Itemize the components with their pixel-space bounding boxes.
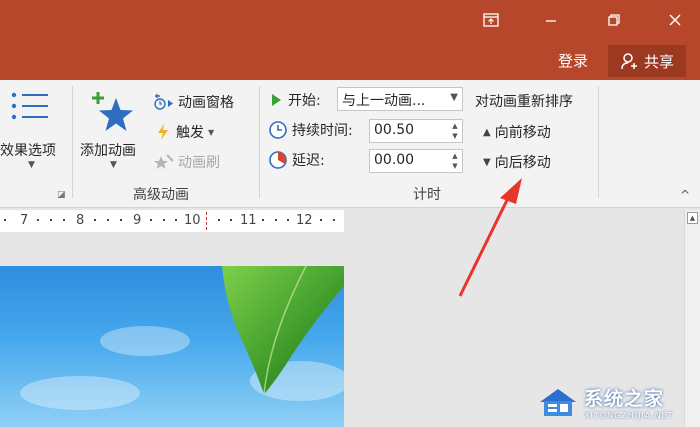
cloud-shape	[100, 326, 190, 356]
duration-stepper[interactable]: 00.50 ▲ ▼	[369, 119, 463, 143]
ruler-tick	[107, 219, 109, 221]
duration-label: 持续时间:	[292, 123, 353, 139]
collapse-ribbon-icon[interactable]: ^	[680, 188, 690, 202]
horizontal-ruler: 7 8 9 10 11 12	[0, 210, 344, 232]
ruler-cursor-marker	[206, 212, 207, 230]
watermark-title: 系统之家	[584, 387, 665, 410]
trigger-button[interactable]: 触发 ▼	[154, 122, 214, 142]
delay-label: 延迟:	[292, 153, 325, 169]
effect-options-dropdown-icon: ▼	[28, 160, 35, 170]
close-button[interactable]	[658, 6, 692, 34]
animation-painter-button[interactable]: 动画刷	[152, 152, 220, 172]
share-button[interactable]: 共享	[608, 45, 686, 77]
group-dialog-launcher-icon[interactable]: ◪	[57, 190, 66, 200]
triangle-up-icon: ▲	[483, 126, 491, 138]
effect-options-icon	[11, 92, 48, 120]
lightning-icon	[158, 124, 168, 140]
ruler-label: 9	[133, 213, 142, 228]
login-link[interactable]: 登录	[558, 50, 588, 71]
minimize-icon	[546, 20, 556, 22]
ruler-tick	[230, 219, 232, 221]
ribbon: 效果选项 ▼ ◪ 添加动画 ▼ 动画窗格 触发 ▼ 动画刷 高级动画 开始: 与…	[0, 80, 700, 208]
group-separator	[72, 86, 73, 198]
ruler-tick	[287, 219, 289, 221]
ruler-tick	[218, 219, 220, 221]
effect-options-label: 效果选项	[0, 143, 56, 159]
watermark-house-icon	[540, 388, 576, 416]
duration-label-row: 持续时间:	[268, 120, 353, 140]
ruler-tick	[262, 219, 264, 221]
timing-group-label: 计时	[413, 187, 441, 203]
trigger-label: 触发	[176, 125, 204, 141]
ruler-tick	[50, 219, 52, 221]
ruler-tick	[150, 219, 152, 221]
start-label-row: 开始:	[268, 90, 321, 110]
cloud-shape	[20, 376, 140, 410]
move-later-button[interactable]: ▼ 向后移动	[483, 152, 551, 172]
watermark-subtitle: XITONGZHIJIA.NET	[584, 410, 674, 420]
leaf-image	[222, 266, 344, 395]
animation-painter-label: 动画刷	[178, 155, 220, 171]
ruler-label: 10	[184, 213, 201, 228]
ruler-tick	[175, 219, 177, 221]
animation-pane-button[interactable]: 动画窗格	[152, 92, 234, 112]
share-person-icon	[621, 53, 637, 70]
delay-stepper[interactable]: 00.00 ▲ ▼	[369, 149, 463, 173]
ruler-tick	[4, 219, 6, 221]
chevron-down-icon[interactable]: ▼	[450, 92, 458, 103]
effect-options-button[interactable]: 效果选项 ▼	[0, 86, 68, 174]
add-animation-label: 添加动画	[80, 143, 136, 159]
add-animation-star-icon	[92, 92, 133, 131]
delay-label-row: 延迟:	[268, 150, 325, 170]
clock-icon	[269, 121, 287, 139]
annotation-arrow-icon	[458, 178, 522, 297]
group-separator	[598, 86, 599, 198]
spin-arrows-icon[interactable]: ▲ ▼	[450, 151, 460, 171]
spin-arrows-icon[interactable]: ▲ ▼	[450, 121, 460, 141]
slide-thumbnail[interactable]	[0, 266, 344, 427]
delay-clock-icon	[269, 151, 287, 169]
ruler-tick	[333, 219, 335, 221]
add-animation-button[interactable]: 添加动画 ▼	[78, 86, 148, 174]
start-value: 与上一动画...	[342, 93, 426, 109]
move-earlier-button[interactable]: ▲ 向前移动	[483, 122, 551, 142]
restore-icon	[608, 14, 620, 26]
ruler-tick	[37, 219, 39, 221]
share-label: 共享	[643, 52, 674, 71]
play-icon	[272, 94, 281, 106]
close-icon	[669, 14, 681, 26]
duration-value: 00.50	[374, 122, 415, 138]
reorder-animation-title: 对动画重新排序	[475, 94, 573, 110]
title-bar: 登录 共享	[0, 0, 700, 80]
move-earlier-label: 向前移动	[494, 125, 551, 141]
start-label: 开始:	[288, 93, 321, 109]
animation-painter-icon	[154, 154, 174, 169]
animation-pane-icon	[154, 94, 173, 110]
start-combobox[interactable]: 与上一动画... ▼	[337, 87, 463, 111]
ruler-tick	[63, 219, 65, 221]
group-separator	[259, 86, 260, 198]
ribbon-display-icon	[483, 13, 499, 27]
ruler-label: 12	[296, 213, 313, 228]
ruler-label: 7	[20, 213, 29, 228]
ruler-tick	[163, 219, 165, 221]
minimize-button[interactable]	[534, 6, 568, 34]
advanced-animation-group-label: 高级动画	[133, 187, 189, 203]
ruler-tick	[320, 219, 322, 221]
animation-pane-label: 动画窗格	[178, 95, 234, 111]
ruler-tick	[120, 219, 122, 221]
ribbon-display-options-button[interactable]	[474, 6, 508, 34]
restore-button[interactable]	[597, 6, 631, 34]
ruler-tick	[275, 219, 277, 221]
ruler-label: 11	[240, 213, 257, 228]
scroll-up-icon[interactable]: ▲	[687, 212, 698, 224]
ruler-label: 8	[76, 213, 85, 228]
add-animation-dropdown-icon: ▼	[110, 160, 117, 170]
triangle-down-icon: ▼	[483, 156, 491, 168]
trigger-dropdown-icon: ▼	[208, 127, 215, 137]
ruler-tick	[94, 219, 96, 221]
watermark-logo: 系统之家 XITONGZHIJIA.NET	[538, 376, 700, 427]
delay-value: 00.00	[374, 152, 415, 168]
move-later-label: 向后移动	[494, 155, 551, 171]
